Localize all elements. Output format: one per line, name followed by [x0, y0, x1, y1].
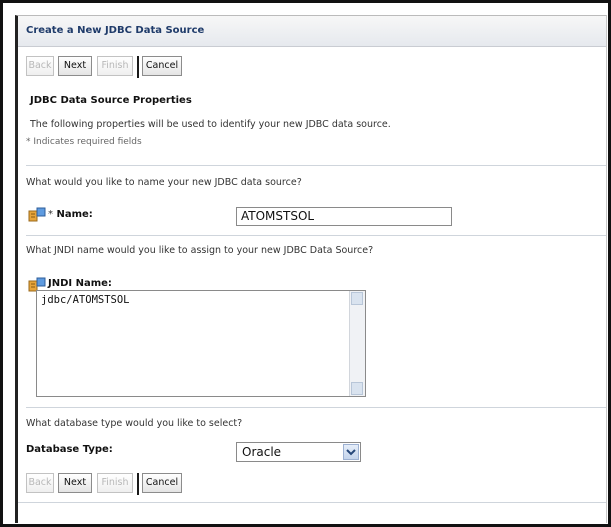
chevron-down-icon[interactable]: [343, 444, 359, 460]
jndi-scrollbar[interactable]: [349, 291, 365, 396]
button-separator: [137, 473, 139, 495]
name-input[interactable]: ATOMSTSOL: [236, 207, 452, 226]
jndi-question: What JNDI name would you like to assign …: [26, 245, 374, 256]
db-type-question: What database type would you like to sel…: [26, 418, 243, 429]
section-description: The following properties will be used to…: [30, 119, 391, 130]
finish-button[interactable]: Finish: [97, 473, 133, 493]
scroll-up-button[interactable]: [351, 292, 363, 305]
button-separator: [137, 56, 139, 78]
wizard-panel: Create a New JDBC Data Source Back Next …: [15, 15, 607, 523]
window-frame: Create a New JDBC Data Source Back Next …: [0, 0, 611, 527]
jndi-label: JNDI Name:: [48, 278, 112, 289]
back-button[interactable]: Back: [26, 56, 54, 76]
name-label-text: Name:: [56, 209, 93, 220]
finish-button[interactable]: Finish: [97, 56, 133, 76]
db-type-selected: Oracle: [242, 445, 282, 459]
data-source-icon: [28, 207, 46, 222]
required-marker: *: [48, 209, 53, 220]
back-button[interactable]: Back: [26, 473, 54, 493]
next-button[interactable]: Next: [58, 473, 92, 493]
required-fields-hint: * Indicates required fields: [26, 137, 142, 147]
jndi-textarea[interactable]: jdbc/ATOMSTSOL: [36, 290, 366, 397]
name-question: What would you like to name your new JDB…: [26, 177, 302, 188]
cancel-button[interactable]: Cancel: [142, 56, 182, 76]
db-type-select[interactable]: Oracle: [236, 442, 361, 462]
page-title: Create a New JDBC Data Source: [26, 25, 205, 36]
section-title: JDBC Data Source Properties: [30, 95, 192, 106]
section-divider: [26, 165, 606, 166]
db-type-label: Database Type:: [26, 444, 113, 455]
jndi-divider: [26, 407, 606, 408]
cancel-button[interactable]: Cancel: [142, 473, 182, 493]
name-label: * Name:: [48, 209, 93, 220]
wizard-header: Create a New JDBC Data Source: [18, 16, 606, 47]
jndi-value: jdbc/ATOMSTSOL: [41, 294, 130, 306]
next-button[interactable]: Next: [58, 56, 92, 76]
name-divider: [26, 235, 606, 236]
bottom-divider: [18, 502, 606, 503]
scroll-down-button[interactable]: [351, 382, 363, 395]
